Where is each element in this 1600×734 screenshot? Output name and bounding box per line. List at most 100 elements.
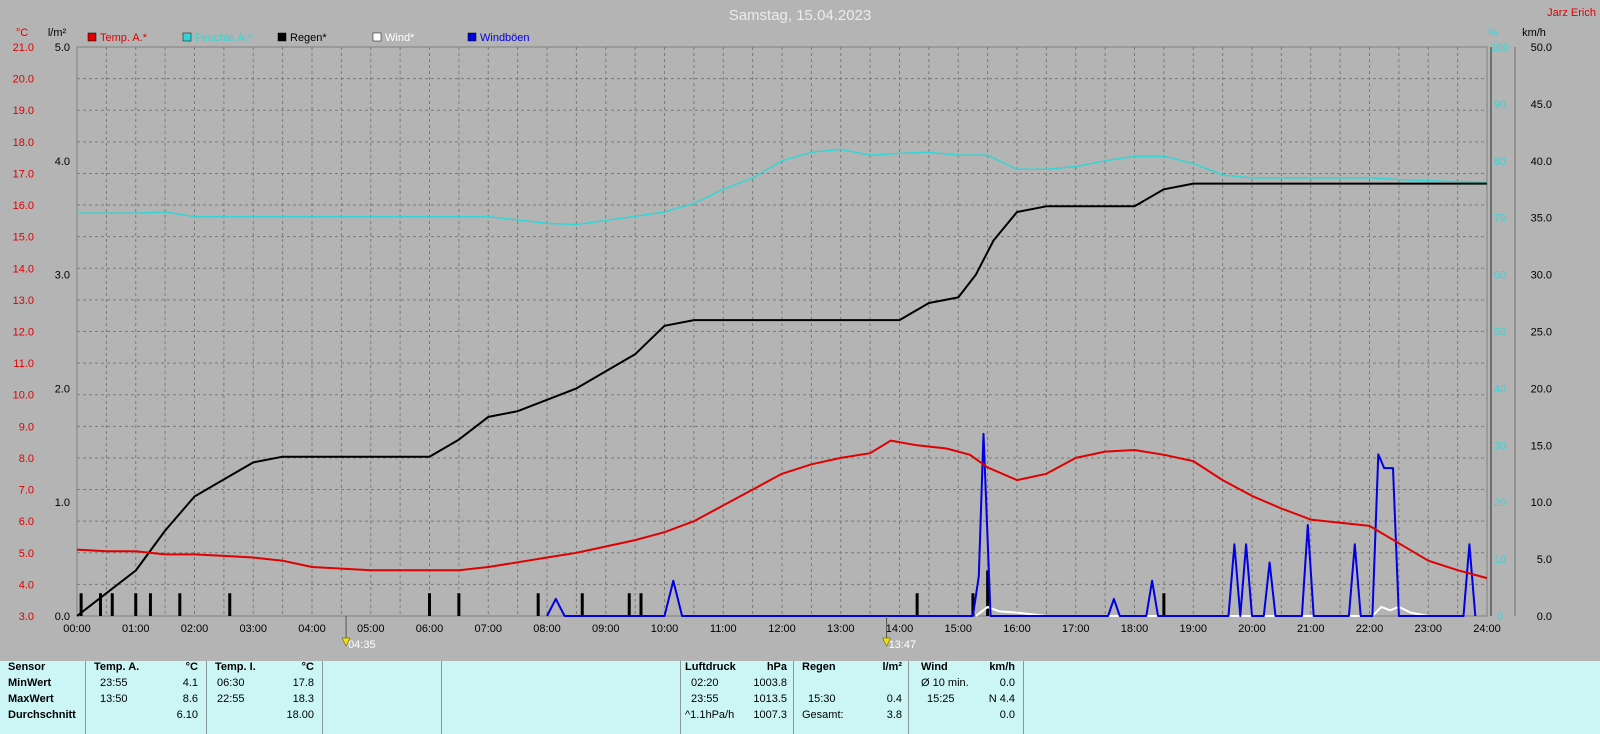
temp-tick-label: 9.0 — [19, 421, 34, 433]
time-tick-label: 13:00 — [827, 623, 855, 635]
temp-a-avg-value: 6.10 — [176, 709, 198, 721]
wind-max-value: N 4.4 — [988, 693, 1015, 705]
author-label: Jarz Erich — [1547, 7, 1596, 19]
humidity-tick-label: 90 — [1494, 99, 1506, 111]
time-tick-label: 16:00 — [1003, 623, 1031, 635]
temp-a-min-value: 4.1 — [182, 677, 198, 689]
wind-tick-label: 15.0 — [1531, 440, 1552, 452]
temp-i-min-value: 17.8 — [292, 677, 314, 689]
legend-label: Temp. A.* — [100, 32, 148, 44]
time-tick-label: 20:00 — [1238, 623, 1266, 635]
wind-max-time: 15:25 — [927, 693, 955, 705]
wind-tick-label: 35.0 — [1531, 213, 1552, 225]
time-tick-label: 12:00 — [768, 623, 796, 635]
time-marker-label: 04:35 — [348, 639, 376, 651]
time-tick-label: 00:00 — [63, 623, 91, 635]
temp-tick-label: 14.0 — [13, 263, 34, 275]
wind-tick-label: 25.0 — [1531, 327, 1552, 339]
pressure-avg-value: 1007.3 — [753, 709, 787, 721]
rain-tick-label: 5.0 — [55, 42, 70, 54]
wind-tick-label: 5.0 — [1537, 554, 1552, 566]
row-label-min: MinWert — [8, 677, 52, 689]
pressure-trend: ^1.1hPa/h — [685, 709, 735, 721]
time-marker-label: 13:47 — [889, 639, 917, 651]
wind-avg-value: 0.0 — [999, 677, 1015, 689]
temp-a-header: Temp. A. — [94, 661, 140, 673]
temp-a-column: Temp. A. °C 23:55 4.1 13:50 8.6 6.10 — [86, 661, 207, 734]
pressure-max-time: 23:55 — [691, 693, 719, 705]
rain-max-value: 0.4 — [886, 693, 902, 705]
empty-column-2 — [442, 661, 681, 734]
pressure-unit: hPa — [766, 661, 787, 673]
row-label-max: MaxWert — [8, 693, 54, 705]
time-tick-label: 04:00 — [298, 623, 326, 635]
temp-a-max-value: 8.6 — [182, 693, 198, 705]
temp-a-unit: °C — [185, 661, 198, 673]
wind-tick-label: 10.0 — [1531, 497, 1552, 509]
temp-i-min-time: 06:30 — [217, 677, 245, 689]
legend-label: Wind* — [385, 32, 415, 44]
rain-column: Regen l/m² 15:30 0.4 Gesamt: 3.8 — [794, 661, 909, 734]
temp-tick-label: 4.0 — [19, 579, 34, 591]
wind-header: Wind — [921, 661, 948, 673]
legend-swatch — [182, 32, 192, 42]
wind-tick-label: 0.0 — [1537, 611, 1552, 623]
wind-unit-label: km/h — [1522, 27, 1546, 39]
time-tick-label: 19:00 — [1179, 623, 1207, 635]
temp-tick-label: 21.0 — [13, 42, 34, 54]
time-tick-label: 11:00 — [710, 623, 737, 635]
weather-chart: Samstag, 15.04.2023 Jarz Erich Temp. A.*… — [0, 0, 1600, 660]
time-tick-label: 08:00 — [533, 623, 561, 635]
temp-a-min-time: 23:55 — [100, 677, 128, 689]
wind-tick-label: 50.0 — [1531, 42, 1552, 54]
temp-i-avg-value: 18.00 — [286, 709, 314, 721]
humidity-tick-label: 20 — [1494, 497, 1506, 509]
legend-swatch — [277, 32, 287, 42]
row-label-avg: Durchschnitt — [8, 709, 76, 721]
temp-tick-label: 16.0 — [13, 200, 34, 212]
temp-tick-label: 10.0 — [13, 390, 34, 402]
time-tick-label: 09:00 — [592, 623, 620, 635]
time-tick-label: 06:00 — [416, 623, 444, 635]
temp-tick-label: 13.0 — [13, 295, 34, 307]
temp-tick-label: 8.0 — [19, 453, 34, 465]
temp-i-unit: °C — [301, 661, 314, 673]
temp-tick-label: 5.0 — [19, 548, 34, 560]
legend-label: Windböen — [480, 32, 530, 44]
rain-tick-label: 0.0 — [55, 611, 70, 623]
pressure-column: Luftdruck hPa 02:20 1003.8 23:55 1013.5 … — [681, 661, 794, 734]
humidity-tick-label: 40 — [1494, 383, 1506, 395]
humidity-tick-label: 50 — [1494, 327, 1506, 339]
rain-tick-label: 2.0 — [55, 383, 70, 395]
humidity-unit-label: % — [1488, 27, 1498, 39]
rain-total-label: Gesamt: — [802, 709, 844, 721]
legend-label: Regen* — [290, 32, 327, 44]
time-tick-label: 10:00 — [651, 623, 679, 635]
sensor-header: Sensor — [8, 661, 46, 673]
pressure-header: Luftdruck — [685, 661, 736, 673]
pressure-min-time: 02:20 — [691, 677, 719, 689]
summary-table: Sensor MinWert MaxWert Durchschnitt Temp… — [0, 661, 1600, 734]
rain-total-value: 3.8 — [886, 709, 902, 721]
temp-tick-label: 17.0 — [13, 168, 34, 180]
temp-i-max-value: 18.3 — [292, 693, 314, 705]
humidity-tick-label: 60 — [1494, 270, 1506, 282]
sensor-column: Sensor MinWert MaxWert Durchschnitt — [0, 661, 86, 734]
rain-header: Regen — [802, 661, 836, 673]
temp-unit-label: °C — [16, 27, 28, 39]
chart-title: Samstag, 15.04.2023 — [729, 7, 872, 24]
pressure-max-value: 1013.5 — [753, 693, 787, 705]
wind-unit: km/h — [989, 661, 1015, 673]
pressure-min-value: 1003.8 — [753, 677, 787, 689]
rain-tick-label: 4.0 — [55, 156, 70, 168]
wind-column: Wind km/h Ø 10 min. 0.0 15:25 N 4.4 0.0 — [909, 661, 1024, 734]
humidity-tick-label: 30 — [1494, 440, 1506, 452]
wind-tick-label: 45.0 — [1531, 99, 1552, 111]
time-tick-label: 23:00 — [1414, 623, 1442, 635]
time-tick-label: 15:00 — [944, 623, 972, 635]
temp-tick-label: 15.0 — [13, 232, 34, 244]
temp-tick-label: 20.0 — [13, 74, 34, 86]
temp-tick-label: 19.0 — [13, 105, 34, 117]
temp-i-header: Temp. I. — [215, 661, 256, 673]
time-tick-label: 14:00 — [886, 623, 914, 635]
